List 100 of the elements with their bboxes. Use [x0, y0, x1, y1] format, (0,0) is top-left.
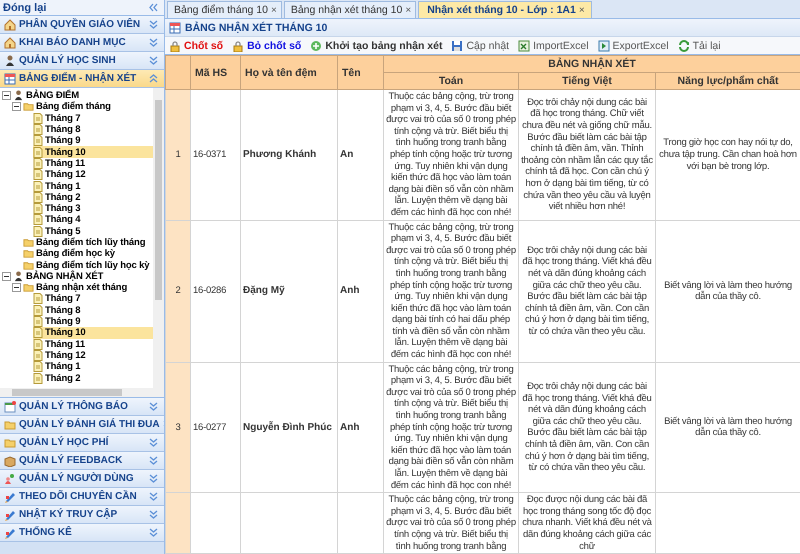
section-header[interactable]: QUẢN LÝ HỌC PHÍ [0, 434, 164, 452]
double-left-icon[interactable] [149, 3, 158, 12]
folder-icon [23, 248, 34, 260]
section-header[interactable]: NHẬT KÝ TRUY CẬP [0, 506, 164, 524]
tree-item[interactable]: Tháng 8 [33, 124, 153, 136]
lock-icon [169, 40, 181, 52]
section-header[interactable]: QUẢN LÝ THÔNG BÁO [0, 398, 164, 416]
box-icon [4, 454, 16, 466]
folder-icon [23, 237, 34, 248]
expand-icon[interactable] [149, 474, 158, 483]
toolbar-button[interactable]: Khởi tạo bảng nhận xét [310, 40, 442, 52]
tree-item[interactable]: Tháng 12 [33, 350, 153, 362]
close-button[interactable]: × [405, 4, 412, 16]
tree-item[interactable]: Tháng 8 [33, 304, 153, 316]
scrollbar[interactable] [153, 88, 164, 388]
add-icon [310, 40, 322, 52]
folder-icon [23, 260, 34, 271]
folder-icon [23, 282, 34, 294]
document-icon [33, 124, 43, 136]
tree-item[interactable]: BẢNG NHẬN XÉT [13, 270, 153, 282]
section-header[interactable]: THỐNG KÊ [0, 524, 164, 542]
tree-item[interactable]: Tháng 2 [33, 372, 153, 384]
table-cell: Đặng Mỹ [240, 220, 338, 362]
collapse-icon[interactable] [149, 74, 158, 83]
tree-item[interactable]: Bảng điểm tháng [23, 101, 153, 113]
toolbar-button[interactable]: ExportExcel [598, 40, 669, 52]
tree-item[interactable]: Tháng 7 [33, 293, 153, 305]
tree-item[interactable]: Tháng 9 [33, 316, 153, 328]
tree-item[interactable]: Tháng 10 [33, 327, 153, 339]
table-cell: Đọc được nội dung các bài đã học trong tháng song tốc độ đọc chưa nhanh. Viết khá đều nét và dãn đúng khoảng cách giữa các chữ [518, 492, 656, 554]
table-cell: Đọc trôi chảy nội dung các bài đã học trong tháng. Viết khá đều nét và dãn đúng khoảng cách giữa các chữ theo yêu cầu. Bước đầu biết làm các bài tập chính tả điền âm, vần. Con cần chú ý hơn ở dạng bài tìm tiếng, từ có chứa vần theo yêu cầu. [518, 220, 656, 362]
section-header[interactable]: QUẢN LÝ ĐÁNH GIÁ THI ĐUA [0, 416, 164, 434]
table-cell: 16-0286 [190, 220, 240, 362]
collapse-toggle-icon[interactable] [2, 91, 11, 100]
spreadsheet-icon [598, 40, 610, 52]
tree-item[interactable]: Tháng 12 [33, 169, 153, 180]
expand-icon[interactable] [149, 38, 158, 47]
document-icon [33, 350, 43, 361]
table-cell: 2 [166, 220, 190, 362]
section-header[interactable]: PHÂN QUYỀN GIÁO VIÊN [0, 16, 164, 34]
expand-icon[interactable] [149, 492, 158, 501]
tree-item[interactable]: Tháng 10 [33, 146, 153, 158]
tree-item[interactable]: Tháng 9 [33, 135, 153, 146]
tree-item[interactable]: Tháng 7 [33, 112, 153, 124]
toolbar-button[interactable]: Cập nhật [451, 40, 510, 52]
expand-icon[interactable] [149, 456, 158, 465]
expand-icon[interactable] [149, 402, 158, 411]
table-cell: 1 [166, 90, 190, 220]
section-header[interactable]: QUẢN LÝ FEEDBACK [0, 452, 164, 470]
scrollbar[interactable] [0, 388, 164, 397]
tree-item[interactable]: Bảng điểm tích lũy tháng [23, 236, 153, 248]
tree-item[interactable]: Bảng điểm học kỳ [23, 248, 153, 260]
tab[interactable]: Nhận xét tháng 10 - Lớp : 1A1 × [418, 1, 592, 18]
column-header: Năng lực/phẩm chất [656, 72, 800, 90]
table-cell: Thuộc các bảng cộng, trừ trong phạm vi 3, 4, 5. Bước đầu biết được vai trò của số 0 trong phép tính cộng và trừ. Biết biểu thị tình huống trong tranh bằng phép tính cộng hoặc trừ tương ứng. Tuy nhiên khi vận dụng kiến thức đã học vào làm toán dạng bài tính có hai dấu phép tính và điền số vẫn còn nhầm lẫn. Luyện thêm về dạng bài đếm các hình đã học con nhé! [384, 220, 518, 362]
tree-item[interactable]: Tháng 3 [33, 202, 153, 214]
toolbar-button[interactable]: Bỏ chốt số [232, 40, 302, 52]
expand-icon[interactable] [149, 528, 158, 537]
section-header[interactable]: BẢNG ĐIỂM - NHẬN XÉT [0, 70, 164, 88]
toolbar-button[interactable]: Tải lại [678, 40, 721, 52]
close-button[interactable]: × [578, 4, 585, 16]
tree-item[interactable]: Bảng điểm tích lũy học kỳ [23, 259, 153, 271]
expand-icon[interactable] [149, 510, 158, 519]
tree-item[interactable]: Bảng nhận xét tháng [23, 282, 153, 294]
tab[interactable]: Bảng nhận xét tháng 10 × [284, 1, 416, 18]
collapse-toggle-icon[interactable] [12, 102, 21, 112]
column-header: Tên [338, 56, 384, 90]
collapse-toggle-icon[interactable] [2, 272, 11, 281]
house-icon [4, 18, 16, 30]
section-header[interactable]: THEO DÕI CHUYÊN CẦN [0, 488, 164, 506]
refresh-icon [678, 40, 690, 52]
document-icon [33, 192, 43, 203]
section-header[interactable]: QUẢN LÝ NGƯỜI DÙNG [0, 470, 164, 488]
person-icon [13, 90, 24, 102]
tree-item[interactable]: Tháng 11 [33, 158, 153, 170]
toolbar-button[interactable]: ImportExcel [518, 40, 589, 52]
expand-icon[interactable] [149, 438, 158, 447]
close-button[interactable]: × [271, 4, 277, 16]
table-cell: Phương Khánh [240, 90, 338, 220]
table-cell: 3 [166, 362, 190, 493]
tab[interactable]: Bảng điểm tháng 10 × [167, 1, 282, 18]
document-icon [33, 169, 43, 180]
collapse-button[interactable]: Đóng lại [0, 0, 164, 16]
tree-item[interactable]: Tháng 4 [33, 214, 153, 226]
expand-icon[interactable] [149, 20, 158, 29]
tree-item[interactable]: Tháng 5 [33, 226, 153, 237]
toolbar-button[interactable]: Chốt số [169, 40, 224, 52]
tree-item[interactable]: Tháng 11 [33, 338, 153, 350]
collapse-toggle-icon[interactable] [12, 283, 21, 292]
section-header[interactable]: QUẢN LÝ HỌC SINH [0, 52, 164, 70]
panel-icon [169, 22, 181, 34]
tree-item[interactable]: Tháng 2 [33, 192, 153, 203]
save-icon [451, 40, 464, 52]
tree-item[interactable]: BẢNG ĐIỂM [13, 90, 153, 102]
section-header[interactable]: KHAI BÁO DANH MỤC [0, 34, 164, 52]
expand-icon[interactable] [149, 56, 158, 65]
document-icon [33, 304, 43, 316]
tree-item[interactable]: Tháng 1 [33, 180, 153, 192]
table-cell: Thuộc các bảng cộng, trừ trong phạm vi 3, 4, 5. Bước đầu biết được vai trò của số 0 trong phép tính cộng và trừ. Biết biểu thị tình huống trong tranh bằng phép tính cộng hoặc trừ tương ứng. Tuy nhiên khi vận dụng kiến thức đã học vào làm toán dạng bài điền số vẫn còn nhầm lẫn. Luyện thêm về dạng bài đếm các hình đã học con nhé! [384, 362, 518, 493]
tree-item[interactable]: Tháng 1 [33, 361, 153, 372]
